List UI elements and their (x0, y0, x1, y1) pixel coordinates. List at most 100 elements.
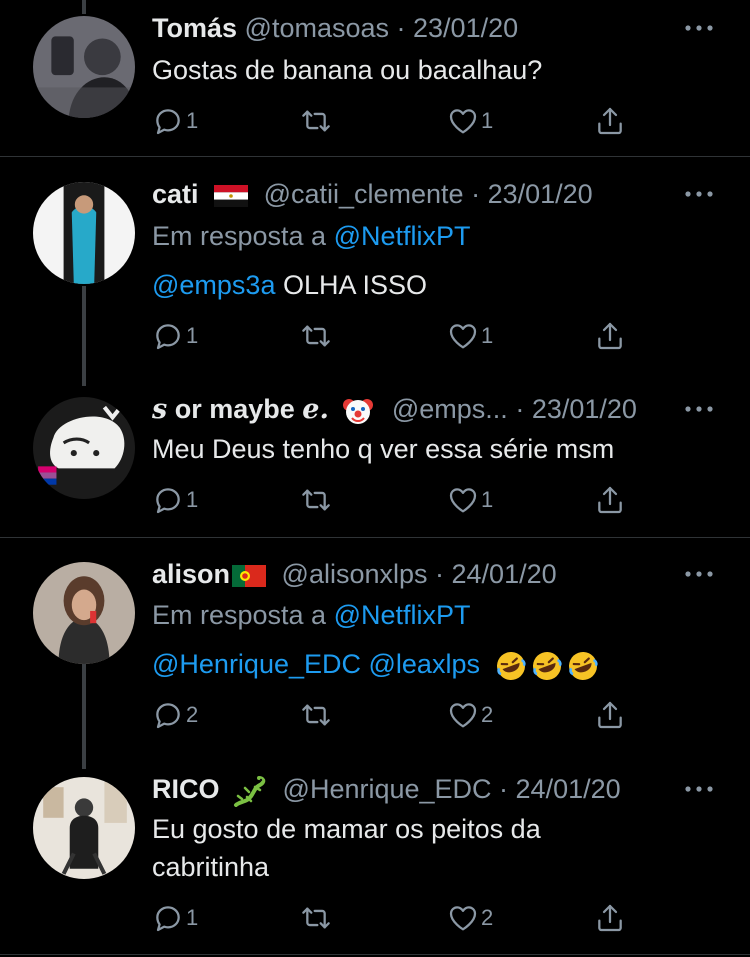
avatar[interactable] (33, 182, 135, 284)
display-name[interactable]: RICO (152, 774, 220, 804)
separator: · (507, 394, 532, 424)
like-button[interactable]: 1 (447, 316, 493, 356)
display-name-part: e. (302, 394, 329, 425)
avatar[interactable] (33, 397, 135, 499)
retweet-button[interactable] (300, 316, 334, 356)
share-button[interactable] (594, 480, 626, 520)
like-button[interactable]: 2 (447, 695, 493, 735)
retweet-icon (300, 105, 332, 137)
share-button[interactable] (594, 101, 626, 141)
mention-link[interactable]: @leaxlps (361, 649, 480, 679)
timestamp[interactable]: 23/01/20 (532, 394, 637, 424)
divider (0, 954, 750, 955)
timestamp[interactable]: 24/01/20 (452, 559, 557, 589)
reply-icon (152, 484, 184, 516)
retweet-button[interactable] (300, 695, 334, 735)
reply-to-link[interactable]: @NetflixPT (334, 600, 471, 630)
separator: · (491, 774, 516, 804)
tweet-text: Meu Deus tenho q ver essa série msm (152, 434, 615, 464)
tweet-text: @emps3a OLHA ISSO (152, 268, 427, 302)
laughing-emoji-icon (497, 651, 527, 680)
mention-link[interactable]: @emps3a (152, 270, 275, 300)
share-button[interactable] (594, 316, 626, 356)
tweet[interactable]: alison @alisonxlps · 24/01/20 Em respost… (0, 538, 750, 957)
reply-prefix: Em resposta a (152, 600, 334, 630)
timestamp[interactable]: 23/01/20 (488, 179, 593, 209)
avatar[interactable] (33, 16, 135, 118)
mention-link[interactable]: @Henrique_EDC (152, 649, 361, 679)
like-count: 1 (481, 108, 494, 133)
reply-icon (152, 320, 184, 352)
reply-button[interactable]: 1 (152, 480, 198, 520)
like-button[interactable]: 2 (447, 898, 493, 938)
like-button[interactable]: 1 (447, 101, 493, 141)
like-icon (447, 320, 479, 352)
like-icon (447, 699, 479, 731)
tweet-actions: 1 1 (152, 316, 632, 356)
tweet[interactable]: cati @catii_clemente · 23/01/20 Em respo… (0, 157, 750, 537)
share-button[interactable] (594, 695, 626, 735)
retweet-button[interactable] (300, 480, 334, 520)
reply-prefix: Em resposta a (152, 221, 334, 251)
reply-count: 1 (186, 905, 199, 930)
like-button[interactable]: 1 (447, 480, 493, 520)
laughing-emoji-group (495, 649, 599, 680)
reply-icon (152, 902, 184, 934)
more-icon[interactable] (684, 404, 714, 414)
retweet-icon (300, 902, 332, 934)
display-name-part: or maybe (167, 394, 303, 424)
separator: · (463, 179, 488, 209)
flag-portugal-icon (232, 564, 267, 587)
reply-count: 2 (186, 702, 199, 727)
reply-button[interactable]: 2 (152, 695, 198, 735)
display-name[interactable]: alison (152, 559, 230, 589)
tweet-text: Gostas de banana ou bacalhau? (152, 55, 543, 85)
display-name[interactable]: Tomás (152, 13, 237, 43)
share-icon (594, 484, 626, 516)
tweet-header: RICO @Henrique_EDC · 24/01/20 (152, 772, 621, 807)
avatar[interactable] (33, 777, 135, 879)
retweet-button[interactable] (300, 101, 334, 141)
reply-icon (152, 699, 184, 731)
share-icon (594, 902, 626, 934)
user-handle[interactable]: @emps... (392, 394, 508, 424)
share-icon (594, 320, 626, 352)
tweet-text: @Henrique_EDC @leaxlps (152, 647, 599, 682)
avatar[interactable] (33, 562, 135, 664)
more-icon[interactable] (684, 784, 714, 794)
reply-to-link[interactable]: @NetflixPT (334, 221, 471, 251)
tweet-text-line: Eu gosto de mamar os peitos da (152, 814, 541, 844)
tweet-actions: 1 2 (152, 898, 632, 938)
reply-button[interactable]: 1 (152, 316, 198, 356)
reply-count: 1 (186, 108, 199, 133)
tweet-text-body: OLHA ISSO (275, 270, 428, 300)
laughing-emoji-icon (533, 651, 563, 680)
more-icon[interactable] (684, 189, 714, 199)
share-icon (594, 105, 626, 137)
tweet-header: alison @alisonxlps · 24/01/20 (152, 557, 557, 591)
timestamp[interactable]: 23/01/20 (413, 13, 518, 43)
user-handle[interactable]: @tomasoas (245, 13, 389, 43)
like-icon (447, 484, 479, 516)
retweet-button[interactable] (300, 898, 334, 938)
tweet-actions: 2 2 (152, 695, 632, 735)
reply-button[interactable]: 1 (152, 898, 198, 938)
tweet-header: cati @catii_clemente · 23/01/20 (152, 177, 593, 211)
user-handle[interactable]: @Henrique_EDC (283, 774, 492, 804)
display-name[interactable]: s or maybe e. (152, 394, 329, 425)
display-name-part: s (152, 394, 168, 425)
reply-button[interactable]: 1 (152, 101, 198, 141)
like-count: 1 (481, 323, 494, 348)
share-button[interactable] (594, 898, 626, 938)
more-icon[interactable] (684, 23, 714, 33)
tweet-header: Tomás @tomasoas · 23/01/20 (152, 11, 518, 45)
display-name[interactable]: cati (152, 179, 199, 209)
separator: · (427, 559, 452, 589)
more-icon[interactable] (684, 569, 714, 579)
tweet[interactable]: Tomás @tomasoas · 23/01/20 Gostas de ban… (0, 0, 750, 156)
like-icon (447, 105, 479, 137)
user-handle[interactable]: @catii_clemente (264, 179, 464, 209)
timestamp[interactable]: 24/01/20 (516, 774, 621, 804)
tweet-text-line: cabritinha (152, 852, 270, 882)
user-handle[interactable]: @alisonxlps (282, 559, 428, 589)
